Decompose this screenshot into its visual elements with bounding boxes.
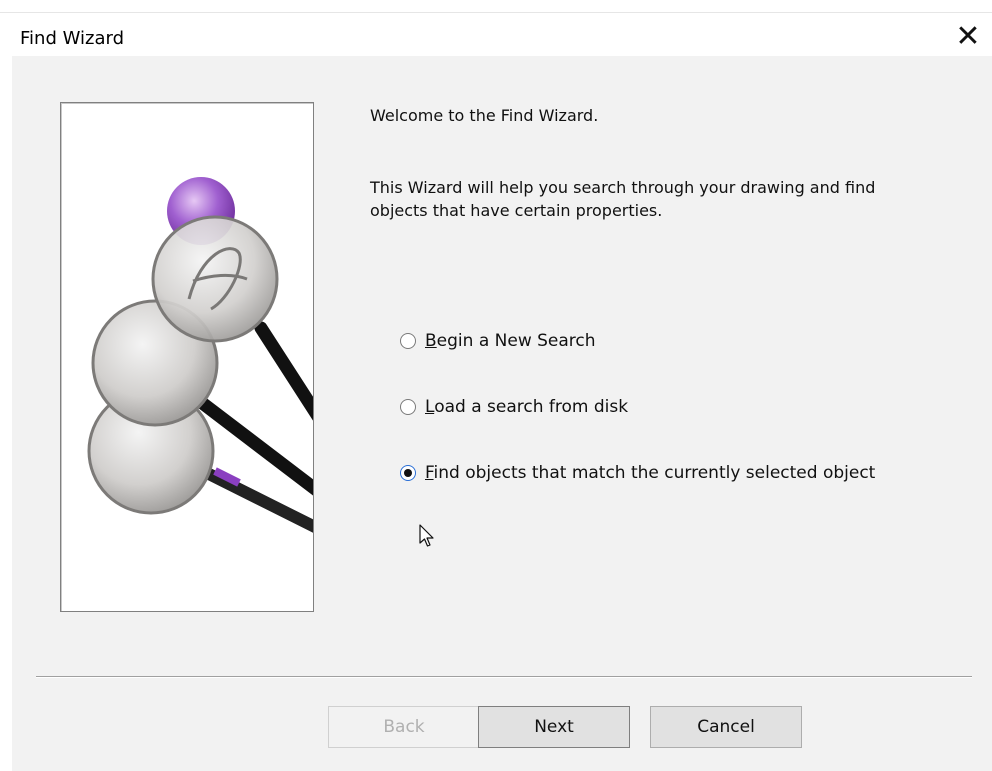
magnifying-glasses-icon [87,177,313,533]
radio-find-matching-objects[interactable] [400,465,416,481]
button-separator [36,676,972,678]
option-label: Begin a New Search [425,331,596,351]
close-icon: ✕ [955,18,981,54]
mouse-pointer-icon [419,524,434,547]
wizard-illustration [60,102,314,612]
option-label: Find objects that match the currently se… [425,463,876,483]
welcome-text: Welcome to the Find Wizard. [370,106,599,125]
next-button[interactable]: Next [478,706,630,748]
option-label: Load a search from disk [425,397,629,417]
option-begin-new-search[interactable]: Begin a New Search [400,328,596,354]
window-title: Find Wizard [20,28,124,49]
radio-begin-new-search[interactable] [400,333,416,349]
close-button[interactable]: ✕ [950,18,986,54]
cancel-button[interactable]: Cancel [650,706,802,748]
option-find-matching-objects[interactable]: Find objects that match the currently se… [400,460,875,486]
dialog-body: Welcome to the Find Wizard. This Wizard … [12,56,992,771]
title-bar: Find Wizard ✕ [0,14,992,56]
back-button[interactable]: Back [328,706,480,748]
top-strip [0,0,992,13]
option-load-search[interactable]: Load a search from disk [400,394,628,420]
description-text: This Wizard will help you search through… [370,178,876,220]
radio-load-search[interactable] [400,399,416,415]
find-wizard-dialog: Find Wizard ✕ Welcome to the Find Wizard… [0,0,992,771]
